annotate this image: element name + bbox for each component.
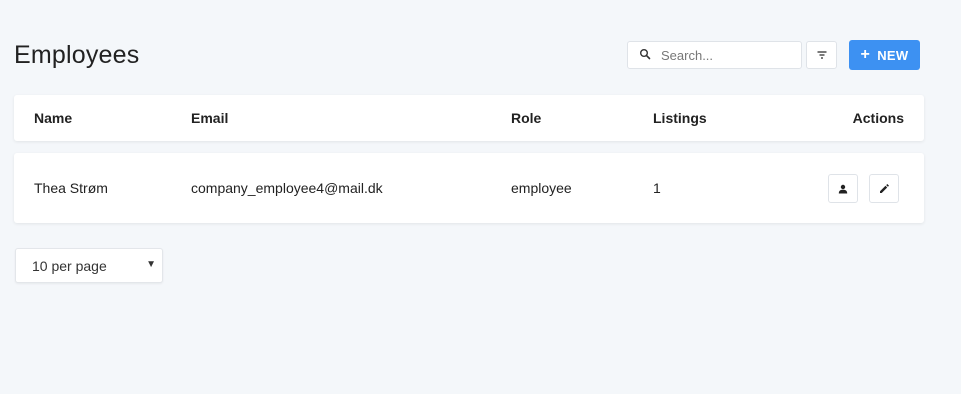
filter-icon [816,50,828,60]
person-icon [838,184,848,194]
column-header-name[interactable]: Name [34,110,72,126]
employee-email: company_employee4@mail.dk [191,180,383,196]
per-page-select[interactable]: 10 per page ▼ [15,248,163,283]
filter-button[interactable] [806,41,837,69]
search-field[interactable] [627,41,802,69]
table-header: Name Email Role Listings Actions [14,95,924,141]
column-header-actions: Actions [852,110,904,126]
plus-icon: + [860,46,871,63]
search-icon [639,48,653,62]
edit-employee-button[interactable] [869,174,899,203]
employee-role: employee [511,180,572,196]
employee-name: Thea Strøm [34,180,108,196]
view-employee-button[interactable] [828,174,858,203]
column-header-listings[interactable]: Listings [653,110,707,126]
table-row[interactable]: Thea Strøm company_employee4@mail.dk emp… [14,153,924,223]
new-employee-button[interactable]: + NEW [849,40,920,70]
employee-listings: 1 [653,180,661,196]
edit-pencil-icon [879,183,890,194]
chevron-down-icon: ▼ [146,259,156,270]
column-header-role[interactable]: Role [511,110,541,126]
column-header-email[interactable]: Email [191,110,228,126]
new-button-label: NEW [877,47,909,63]
per-page-value: 10 per page [32,257,107,274]
page-title: Employees [14,41,140,69]
search-input[interactable] [661,47,801,63]
